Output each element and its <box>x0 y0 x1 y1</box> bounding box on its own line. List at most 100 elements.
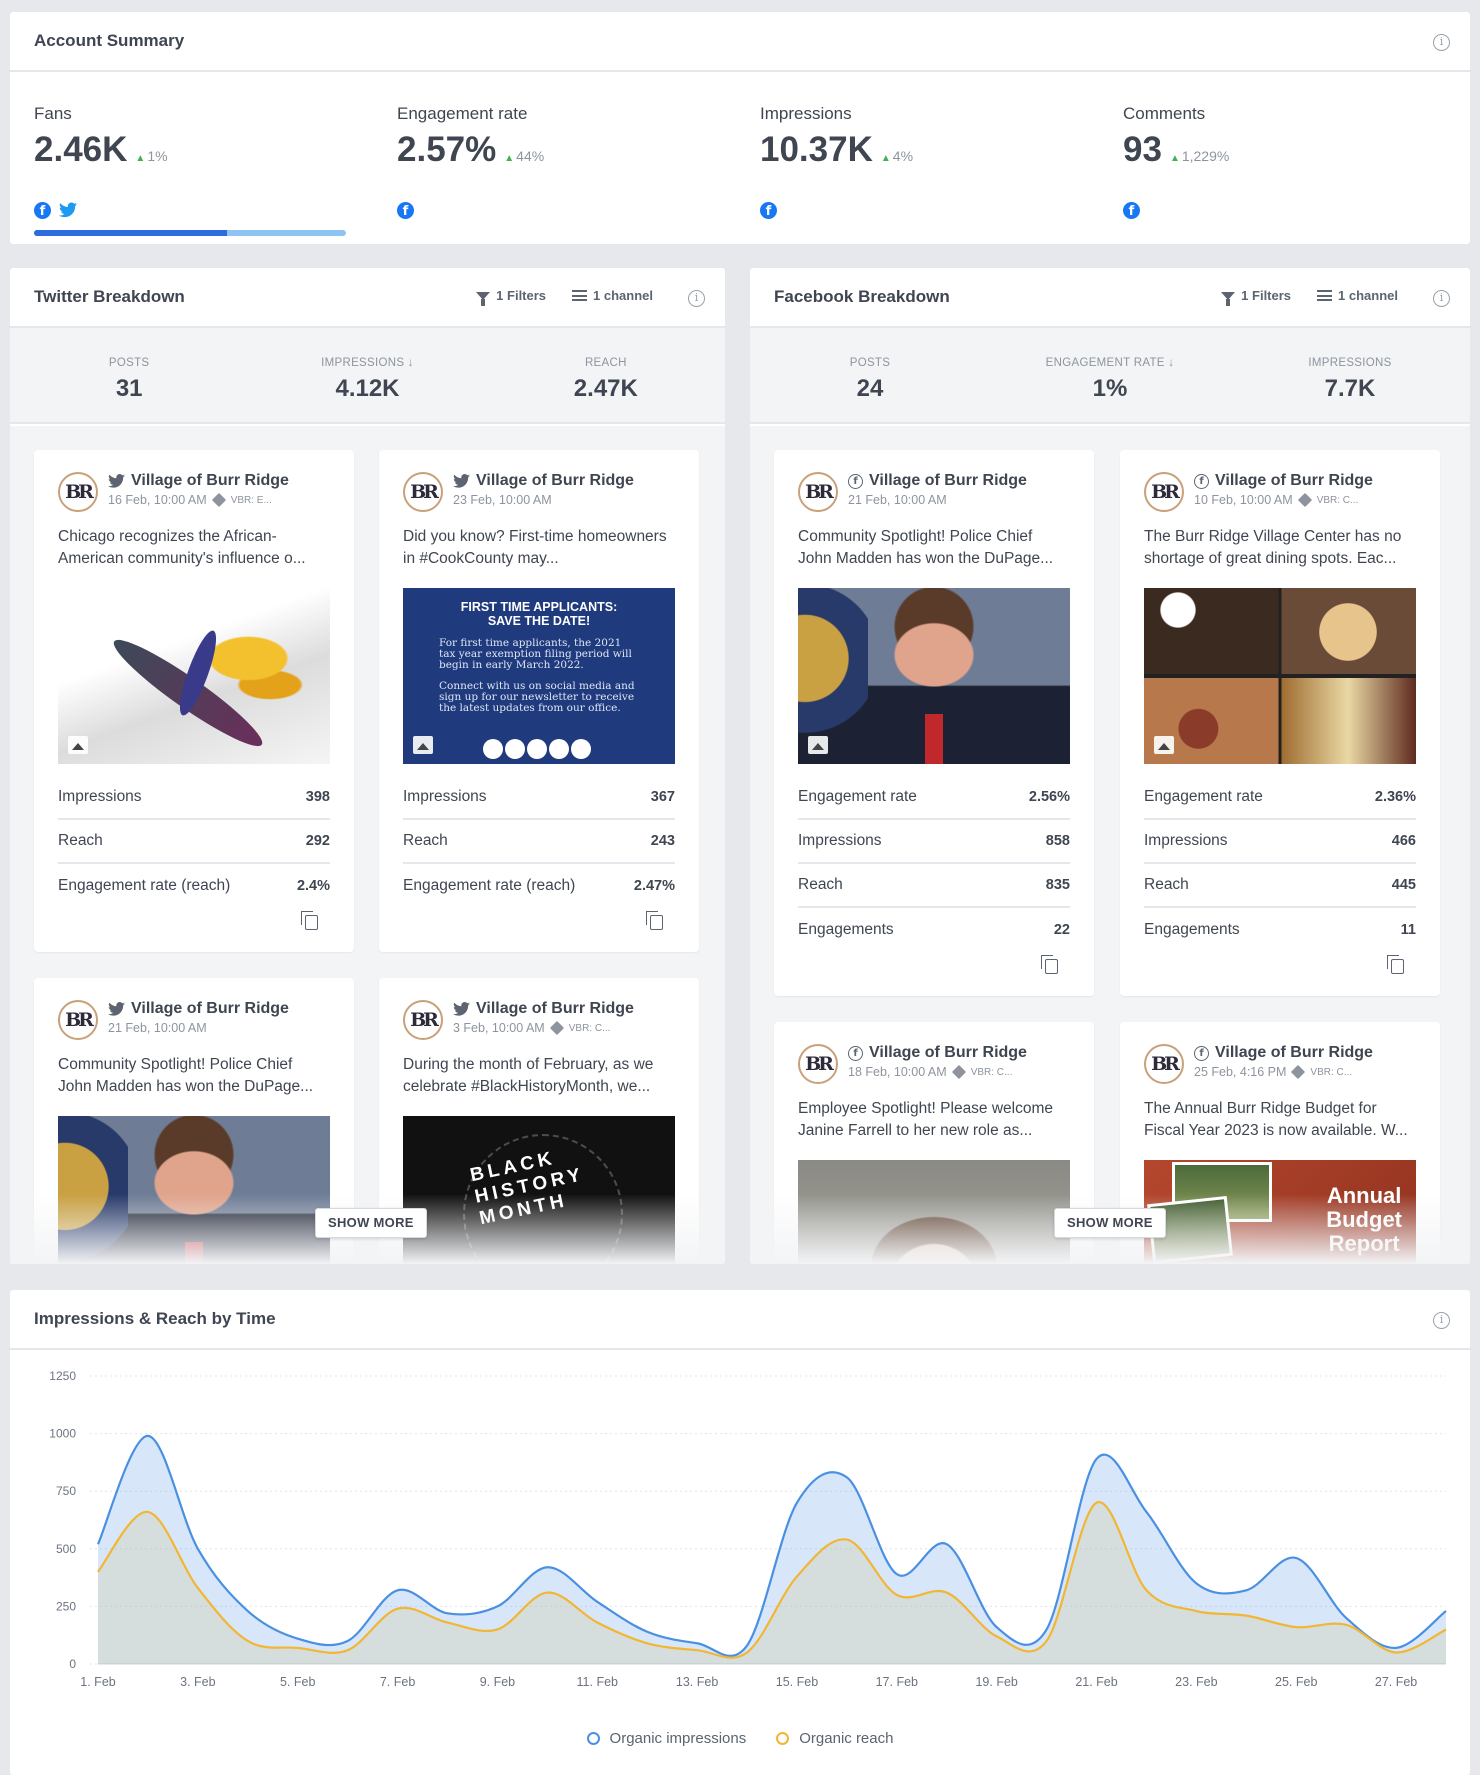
post-image[interactable] <box>1144 588 1416 764</box>
copy-icon[interactable] <box>1041 955 1058 974</box>
post-card[interactable]: BR Village of Burr Ridge 3 Feb, 10:00 AM… <box>379 978 699 1264</box>
post-meta: 10 Feb, 10:00 AM VBR: C... <box>1194 492 1358 508</box>
image-icon <box>1154 736 1174 754</box>
row-label: Engagement rate <box>798 788 917 805</box>
metric-value-row: 10.37K ▲ 4% <box>760 130 913 170</box>
network-icons: f <box>397 202 414 219</box>
stat-posts[interactable]: POSTS 24 <box>750 328 990 422</box>
data-point <box>541 1587 553 1599</box>
x-tick-label: 11. Feb <box>577 1675 619 1689</box>
data-point <box>92 1538 104 1550</box>
x-tick-label: 17. Feb <box>876 1675 918 1689</box>
legend-item-impressions[interactable]: Organic impressions <box>586 1730 746 1747</box>
data-point <box>591 1596 603 1608</box>
data-point <box>142 1506 154 1518</box>
row-value: 445 <box>1391 877 1416 893</box>
metric-value: 2.57% <box>397 130 497 169</box>
row-value: 2.36% <box>1374 789 1416 805</box>
row-value: 243 <box>650 833 675 849</box>
avatar: BR <box>403 472 443 512</box>
post-card[interactable]: BR Village of Burr Ridge 16 Feb, 10:00 A… <box>34 450 354 952</box>
twitter-icon <box>108 474 125 488</box>
y-tick-label: 0 <box>69 1657 76 1671</box>
stat-value: 2.47K <box>573 375 638 402</box>
image-text: Connect with us on social media and sign… <box>439 680 635 714</box>
post-header: BR Village of Burr Ridge 3 Feb, 10:00 AM… <box>379 978 699 1042</box>
post-tag: VBR: C... <box>1310 1066 1353 1078</box>
post-image[interactable] <box>58 1116 330 1264</box>
metric-value-row: 93 ▲ 1,229% <box>1123 130 1229 170</box>
data-point <box>1440 1623 1452 1635</box>
copy-icon[interactable] <box>1387 955 1404 974</box>
impressions-reach-chart-panel: Impressions & Reach by Time i 0 250 500 750… <box>10 1290 1470 1775</box>
show-more-button[interactable]: SHOW MORE <box>315 1208 427 1238</box>
stat-engagement-rate[interactable]: ENGAGEMENT RATE ↓ 1% <box>990 328 1230 422</box>
copy-icon[interactable] <box>646 911 663 930</box>
post-meta: 21 Feb, 10:00 AM <box>108 1021 207 1035</box>
data-point <box>1091 1453 1103 1465</box>
stat-impressions[interactable]: IMPRESSIONS ↓ 4.12K <box>248 328 486 422</box>
row-value: 466 <box>1391 833 1416 849</box>
metric-row: Impressions 858 <box>798 820 1070 864</box>
x-tick-label: 21. Feb <box>1075 1675 1117 1689</box>
filters-button[interactable]: 1 Filters <box>1221 288 1291 306</box>
post-meta: 21 Feb, 10:00 AM <box>848 493 947 507</box>
data-point <box>791 1497 803 1509</box>
row-label: Reach <box>403 832 448 849</box>
metric-comments[interactable]: Comments 93 ▲ 1,229% <box>1123 104 1229 170</box>
post-card[interactable]: BR Village of Burr Ridge 23 Feb, 10:00 A… <box>379 450 699 952</box>
post-image[interactable]: Annual Budget Report <box>1144 1160 1416 1264</box>
list-icon <box>572 290 588 301</box>
data-point <box>941 1587 953 1599</box>
post-image[interactable] <box>798 588 1070 764</box>
post-header: BR f Village of Burr Ridge 21 Feb, 10:00 … <box>774 450 1094 514</box>
chart-legend: Organic impressions Organic reach <box>10 1730 1470 1747</box>
post-card[interactable]: BR f Village of Burr Ridge 10 Feb, 10:00 … <box>1120 450 1440 996</box>
post-image[interactable] <box>798 1160 1070 1264</box>
post-image[interactable]: FIRST TIME APPLICANTS: SAVE THE DATE! Fo… <box>403 588 675 764</box>
metric-delta-value: 1% <box>147 148 168 164</box>
post-image[interactable]: BLACK HISTORY MONTH <box>403 1116 675 1264</box>
post-card[interactable]: BR f Village of Burr Ridge 21 Feb, 10:00 … <box>774 450 1094 996</box>
twitter-breakdown-title: Twitter Breakdown <box>34 287 185 306</box>
info-icon[interactable]: i <box>1433 290 1450 307</box>
avatar: BR <box>58 1000 98 1040</box>
stat-value: 31 <box>115 375 143 402</box>
info-icon[interactable]: i <box>688 290 705 307</box>
data-point <box>891 1568 903 1580</box>
channel-button[interactable]: 1 channel <box>1317 288 1398 303</box>
metric-fans[interactable]: Fans 2.46K ▲ 1% <box>34 104 168 170</box>
impressions-reach-chart[interactable]: 0 250 500 750 1000 1250 1. Feb 3. Feb 5. Feb 7. F… <box>10 1352 1470 1712</box>
channel-button[interactable]: 1 channel <box>572 288 653 303</box>
metric-delta-value: 4% <box>892 148 914 164</box>
post-author-name: Village of Burr Ridge <box>131 472 289 489</box>
legend-item-reach[interactable]: Organic reach <box>776 1730 893 1747</box>
post-date: 10 Feb, 10:00 AM <box>1194 493 1293 507</box>
data-point <box>192 1543 204 1555</box>
metric-delta: ▲ 4% <box>881 148 913 164</box>
stat-reach[interactable]: REACH 2.47K <box>487 328 725 422</box>
row-label: Impressions <box>1144 832 1228 849</box>
data-point <box>991 1630 1003 1642</box>
info-icon[interactable]: i <box>1433 1312 1450 1329</box>
stat-posts[interactable]: POSTS 31 <box>10 328 248 422</box>
copy-icon[interactable] <box>301 911 318 930</box>
panel-tools: 1 Filters 1 channel <box>1221 288 1398 306</box>
arrow-up-icon: ▲ <box>135 153 146 164</box>
x-tick-label: 5. Feb <box>280 1675 315 1689</box>
stat-impressions[interactable]: IMPRESSIONS 7.7K <box>1230 328 1470 422</box>
metric-row: Engagements 22 <box>798 908 1070 952</box>
filters-button[interactable]: 1 Filters <box>476 288 546 306</box>
stat-value: 4.12K <box>335 375 400 402</box>
metric-engagement-rate[interactable]: Engagement rate 2.57% ▲ 44% <box>397 104 544 170</box>
show-more-button[interactable]: SHOW MORE <box>1054 1208 1166 1238</box>
post-card[interactable]: BR Village of Burr Ridge 21 Feb, 10:00 A… <box>34 978 354 1264</box>
metric-row: Reach 445 <box>1144 864 1416 908</box>
post-card[interactable]: BR f Village of Burr Ridge 25 Feb, 4:16 P… <box>1120 1022 1440 1264</box>
info-icon[interactable]: i <box>1433 34 1450 51</box>
post-text: Employee Spotlight! Please welcome Janin… <box>798 1100 1054 1139</box>
post-card[interactable]: BR f Village of Burr Ridge 18 Feb, 10:00 … <box>774 1022 1094 1264</box>
metric-impressions[interactable]: Impressions 10.37K ▲ 4% <box>760 104 913 170</box>
facebook-icon: f <box>848 1045 863 1061</box>
post-image[interactable] <box>58 588 330 764</box>
